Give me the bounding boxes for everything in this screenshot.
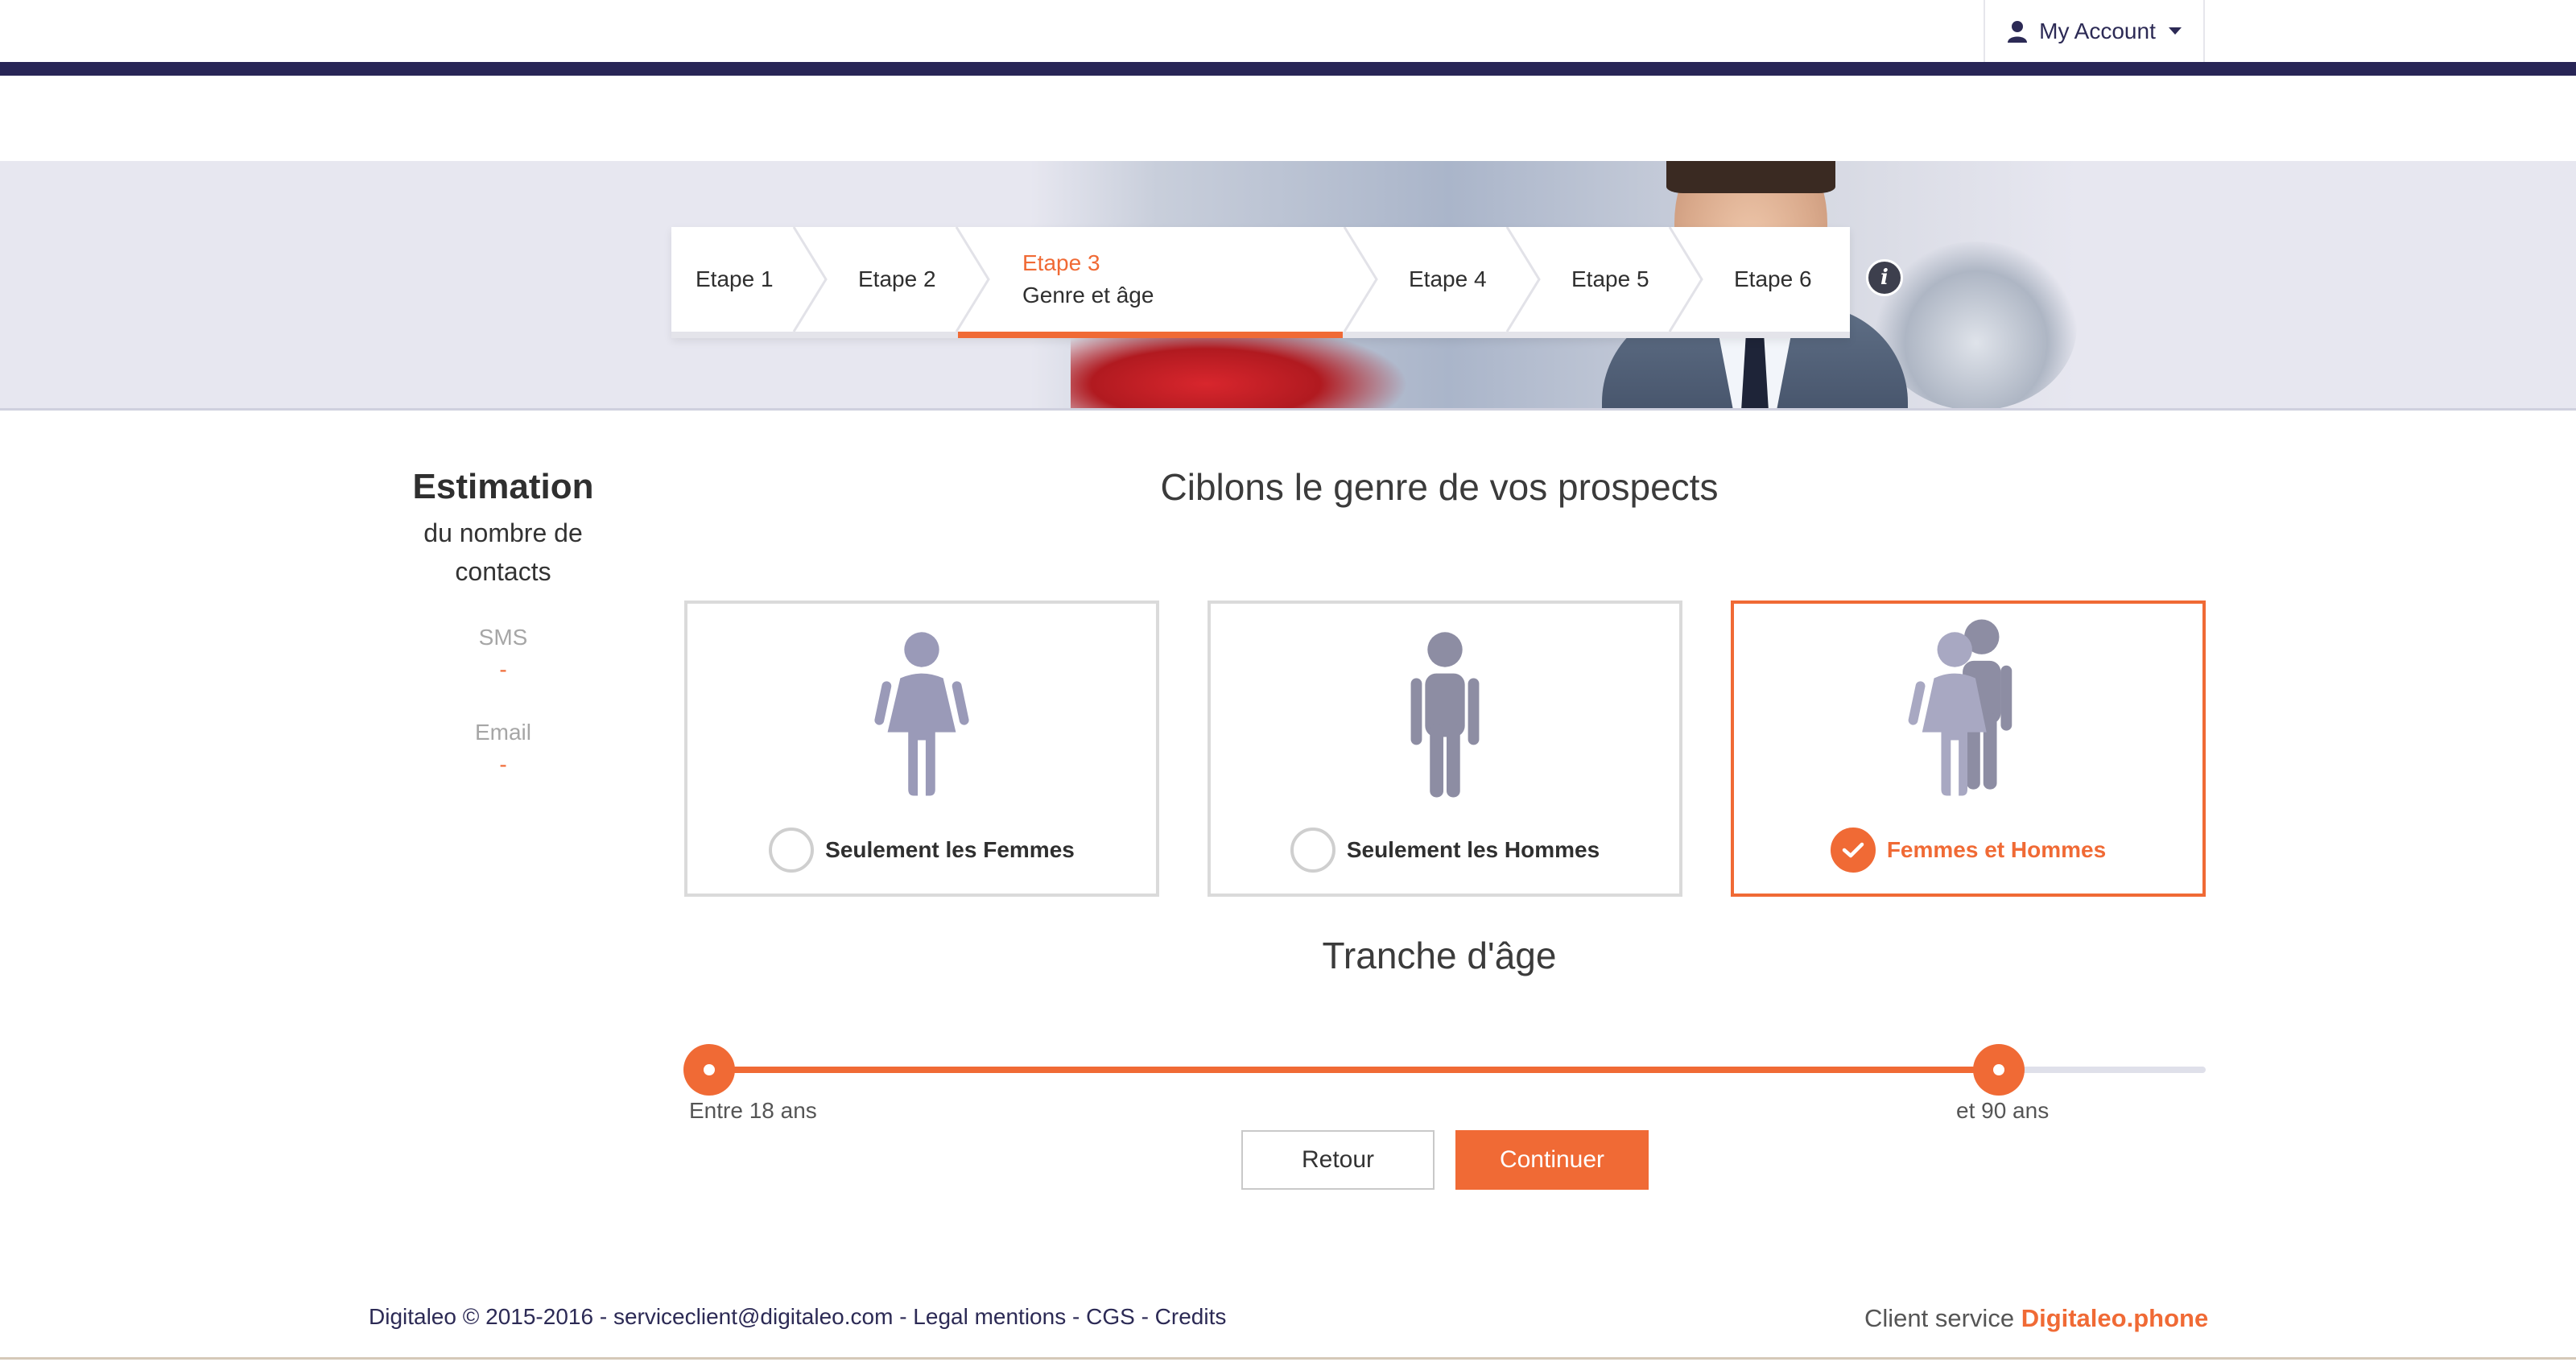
estimation-title: Estimation bbox=[412, 467, 594, 506]
client-service-label: Client service bbox=[1864, 1304, 2015, 1332]
footer-divider bbox=[0, 1357, 2576, 1360]
radio-unchecked-icon[interactable] bbox=[769, 828, 815, 873]
age-max-label: et 90 ans bbox=[1956, 1098, 2050, 1123]
footer-client-service: Client service Digitaleo.phone bbox=[1864, 1304, 2208, 1333]
contact-estimation: Estimation du nombre de contacts SMS - E… bbox=[354, 467, 652, 778]
my-account-label: My Account bbox=[2039, 18, 2156, 43]
step-label: Etape 4 bbox=[1409, 266, 1487, 291]
email-label: Email bbox=[474, 720, 531, 745]
age-min-label: Entre 18 ans bbox=[689, 1098, 817, 1123]
step-label: Etape 2 bbox=[858, 266, 936, 291]
couple-icon bbox=[1908, 619, 2013, 796]
gender-option-both[interactable]: Femmes et Hommes bbox=[1731, 601, 2206, 897]
sms-label: SMS bbox=[478, 625, 528, 650]
active-step-bar bbox=[958, 332, 1343, 338]
age-title: Tranche d'âge bbox=[1322, 935, 1557, 976]
info-icon[interactable]: i bbox=[1866, 259, 1903, 296]
footer-credits-link[interactable]: Credits bbox=[1155, 1304, 1227, 1329]
step-separator bbox=[1668, 227, 1703, 332]
step-separator bbox=[1505, 227, 1541, 332]
step-label: Etape 3 bbox=[1022, 250, 1100, 275]
step-2[interactable]: Etape 2 bbox=[858, 227, 936, 332]
gender-option-men[interactable]: Seulement les Hommes bbox=[1208, 601, 1682, 897]
step-3[interactable]: Etape 3 Genre et âge bbox=[1022, 227, 1154, 332]
woman-icon bbox=[874, 632, 969, 796]
estimation-subtitle: du nombre de contacts bbox=[423, 518, 583, 586]
back-button[interactable]: Retour bbox=[1241, 1130, 1435, 1190]
radio-unchecked-icon[interactable] bbox=[1290, 828, 1335, 873]
sms-value: - bbox=[499, 657, 507, 682]
email-value: - bbox=[499, 752, 507, 777]
header-stripe bbox=[0, 62, 2576, 76]
step-separator bbox=[1343, 227, 1378, 332]
step-1[interactable]: Etape 1 bbox=[696, 227, 774, 332]
footer-legal-link[interactable]: Legal mentions bbox=[913, 1304, 1066, 1329]
step-separator bbox=[955, 227, 990, 332]
gender-option-label: Femmes et Hommes bbox=[1734, 828, 2202, 873]
step-label: Etape 1 bbox=[696, 266, 774, 291]
option-text: Seulement les Femmes bbox=[825, 837, 1075, 862]
footer-links: Digitaleo © 2015-2016 - serviceclient@di… bbox=[369, 1304, 1227, 1329]
hero-person-hair bbox=[1666, 161, 1835, 193]
user-icon bbox=[2008, 20, 2028, 43]
step-separator bbox=[792, 227, 828, 332]
gender-option-label: Seulement les Femmes bbox=[687, 828, 1156, 873]
footer-cgs-link[interactable]: CGS bbox=[1086, 1304, 1135, 1329]
gender-option-label: Seulement les Hommes bbox=[1211, 828, 1679, 873]
option-text: Seulement les Hommes bbox=[1346, 837, 1600, 862]
age-slider-range bbox=[708, 1067, 1999, 1073]
step-4[interactable]: Etape 4 bbox=[1409, 227, 1487, 332]
gender-option-women[interactable]: Seulement les Femmes bbox=[684, 601, 1159, 897]
footer-email-link[interactable]: serviceclient@digitaleo.com bbox=[613, 1304, 893, 1329]
top-bar: My Account bbox=[0, 0, 2576, 62]
age-slider-max-handle[interactable] bbox=[1973, 1044, 2025, 1096]
gender-title: Ciblons le genre de vos prospects bbox=[1160, 466, 1719, 508]
step-label: Etape 6 bbox=[1734, 266, 1812, 291]
step-6[interactable]: Etape 6 bbox=[1734, 227, 1812, 332]
option-text: Femmes et Hommes bbox=[1886, 837, 2107, 862]
age-slider-min-handle[interactable] bbox=[683, 1044, 735, 1096]
step-5[interactable]: Etape 5 bbox=[1571, 227, 1649, 332]
man-icon bbox=[1410, 632, 1480, 798]
handle-dot bbox=[1993, 1064, 2004, 1075]
step-indicator: Etape 1 Etape 2 Etape 3 Genre et âge Eta… bbox=[671, 227, 1850, 338]
step-subtitle: Genre et âge bbox=[1022, 283, 1154, 307]
client-service-link[interactable]: Digitaleo.phone bbox=[2021, 1304, 2209, 1332]
footer-copyright: Digitaleo © 2015-2016 bbox=[369, 1304, 594, 1329]
handle-dot bbox=[704, 1064, 715, 1075]
radio-checked-icon[interactable] bbox=[1830, 828, 1876, 873]
info-glyph: i bbox=[1880, 266, 1889, 290]
step-label: Etape 5 bbox=[1571, 266, 1649, 291]
checkmark-icon bbox=[1842, 842, 1864, 858]
my-account-menu[interactable]: My Account bbox=[1984, 0, 2205, 62]
continue-button[interactable]: Continuer bbox=[1455, 1130, 1649, 1190]
chevron-down-icon bbox=[2168, 27, 2182, 35]
